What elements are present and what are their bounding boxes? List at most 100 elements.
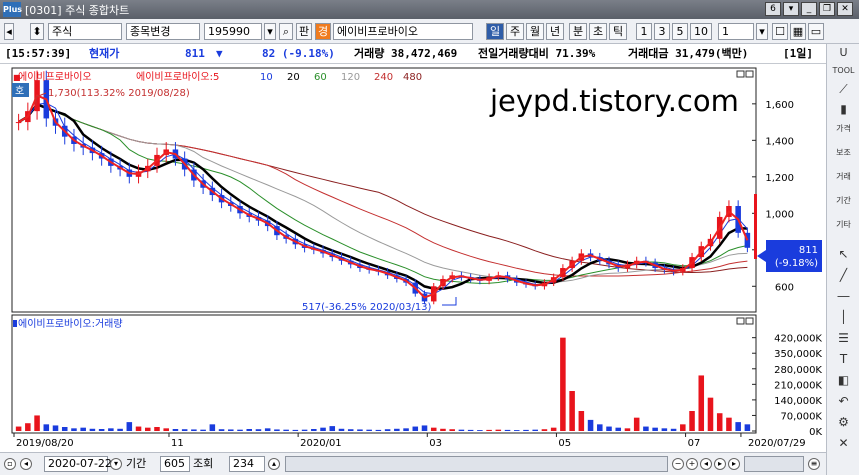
count-spin-icon[interactable]: ▴	[268, 458, 280, 470]
end-icon[interactable]: ▸	[728, 458, 740, 470]
price-tool-button[interactable]: 가격	[831, 124, 856, 146]
volume-tick-label: 280,000K	[774, 365, 822, 376]
period-month-button[interactable]: 월	[526, 23, 544, 40]
bar-tool-icon[interactable]: ▮	[831, 103, 856, 126]
volume-bar	[726, 417, 732, 431]
volume-bar	[292, 429, 299, 431]
checkbox-icon[interactable]: ☐	[772, 23, 788, 40]
period-tool-button[interactable]: 기간	[831, 196, 856, 218]
menu-arrow-icon[interactable]: ◂	[4, 23, 14, 40]
unit-3-button[interactable]: 3	[654, 23, 670, 40]
delete-icon[interactable]: ✕	[831, 437, 856, 460]
options-icon[interactable]: ≡	[808, 458, 820, 470]
volume-tick-label: 420,000K	[774, 334, 822, 345]
volume-bar	[560, 337, 566, 431]
spin-icon[interactable]: ⬍	[30, 23, 44, 40]
volume-bar	[486, 429, 492, 431]
market-select[interactable]: 주식	[48, 23, 122, 40]
watermark: jeypd.tistory.com	[489, 84, 739, 118]
volume-bar	[52, 425, 59, 431]
bottom-control-bar: ▫ ◂ 2020-07-22 ▾ 기간 605 조회 234 ▴ − + ◂ ▸…	[0, 452, 826, 475]
volume-bar	[384, 429, 391, 431]
period-second-button[interactable]: 초	[589, 23, 607, 40]
price-volume-chart[interactable]: 1,6001,4001,2001,000800600 420,000K350,0…	[0, 65, 826, 449]
period-week-button[interactable]: 주	[506, 23, 524, 40]
etc-tool-button[interactable]: 기타	[831, 220, 856, 242]
legend-ma60: 60	[314, 72, 327, 83]
stock-code-input[interactable]: 195990	[204, 23, 262, 40]
window-title: [0301] 주식 종합차트	[25, 3, 130, 17]
right-tool-panel: U TOOL ⟋ ▮ 가격 보조 거래 기간 기타 ↖ ╱ ― │ ☰ T ◧ …	[826, 44, 859, 475]
prev-icon[interactable]: ◂	[20, 458, 32, 470]
step-back-icon[interactable]: ◂	[700, 458, 712, 470]
volume-bar	[126, 422, 133, 431]
volume-bar	[135, 426, 142, 431]
step-forward-icon[interactable]: ▸	[714, 458, 726, 470]
legend-series-name: 에이비프로바이오	[18, 71, 92, 83]
zoom-in-icon[interactable]: +	[686, 458, 698, 470]
volume-bar	[246, 429, 253, 431]
x-tick-label: 07	[688, 438, 701, 448]
unit-input[interactable]: 1	[718, 23, 754, 40]
period-year-button[interactable]: 년	[546, 23, 564, 40]
restore-icon[interactable]: ❐	[819, 2, 835, 16]
volume-bar	[15, 426, 22, 431]
unit-dropdown-icon[interactable]: ▾	[756, 23, 768, 40]
volume-bar	[329, 426, 336, 431]
low-annotation: 517(-36.25% 2020/03/13)	[302, 302, 432, 313]
y-tick-label: 1,000	[765, 209, 794, 220]
window-icon[interactable]: ▭	[808, 23, 824, 40]
ho-marker: 호	[15, 85, 24, 97]
volume-bar	[670, 428, 677, 431]
scroll-track[interactable]	[285, 456, 668, 472]
period-minute-button[interactable]: 분	[569, 23, 587, 40]
unit-5-button[interactable]: 5	[672, 23, 688, 40]
unit-10-button[interactable]: 10	[690, 23, 712, 40]
volume-bar	[71, 428, 77, 431]
volume-bar	[338, 428, 345, 431]
volume-tool-button[interactable]: 거래	[831, 172, 856, 194]
y-tick-label: 1,400	[765, 136, 794, 147]
volume-bar	[477, 430, 483, 431]
date-dropdown-icon[interactable]: ▾	[110, 458, 122, 470]
close-icon[interactable]: ✕	[837, 2, 853, 16]
volume-bar	[403, 428, 409, 431]
grid-icon[interactable]: ▦	[790, 23, 806, 40]
date-input[interactable]: 2020-07-22	[44, 456, 112, 472]
volume-bar	[744, 424, 751, 431]
unit-1-button[interactable]: 1	[636, 23, 652, 40]
chart-mode: [1일]	[783, 47, 813, 60]
x-tick-label: 11	[171, 438, 184, 448]
count-input[interactable]: 234	[229, 456, 265, 472]
y-tick-label: 1,600	[765, 100, 794, 111]
volume-bar	[550, 427, 557, 431]
stock-name-field[interactable]: 에이비프로바이오	[333, 23, 473, 40]
current-price-label: 현재가	[89, 47, 120, 60]
legend-ma240: 240	[374, 72, 393, 83]
volume-bar	[643, 426, 649, 431]
kyung-button[interactable]: 경	[315, 23, 331, 40]
mini-scroll[interactable]	[744, 456, 804, 472]
search-icon[interactable]: ⌕	[279, 23, 293, 40]
period-tick-button[interactable]: 틱	[609, 23, 627, 40]
volume-tick-label: 70,000K	[780, 411, 822, 422]
window-number-badge[interactable]: 6	[765, 2, 781, 16]
volume-bar	[108, 428, 114, 431]
code-dropdown-icon[interactable]: ▾	[264, 23, 276, 40]
title-bar: Plus [0301] 주식 종합차트 6 ▾ _ ❐ ✕	[0, 0, 859, 19]
chart-area[interactable]: 1,6001,4001,2001,000800600 420,000K350,0…	[0, 65, 826, 449]
status-time: [15:57:39]	[5, 47, 72, 60]
minimize-icon[interactable]: _	[801, 2, 817, 16]
volume-bar	[449, 429, 455, 431]
zoom-out-icon[interactable]: −	[672, 458, 684, 470]
pan-button[interactable]: 판	[296, 23, 312, 40]
dropdown-icon[interactable]: ▾	[783, 2, 799, 16]
period-input[interactable]: 605	[160, 456, 190, 472]
aux-tool-button[interactable]: 보조	[831, 148, 856, 170]
volume-bar	[661, 428, 668, 431]
change-code-select[interactable]: 종목변경	[126, 23, 200, 40]
period-day-button[interactable]: 일	[486, 23, 504, 40]
volume-bar	[347, 429, 354, 431]
calendar-icon[interactable]: ▫	[4, 458, 16, 470]
legend-ma5: 에이비프로바이오:5	[136, 71, 219, 83]
